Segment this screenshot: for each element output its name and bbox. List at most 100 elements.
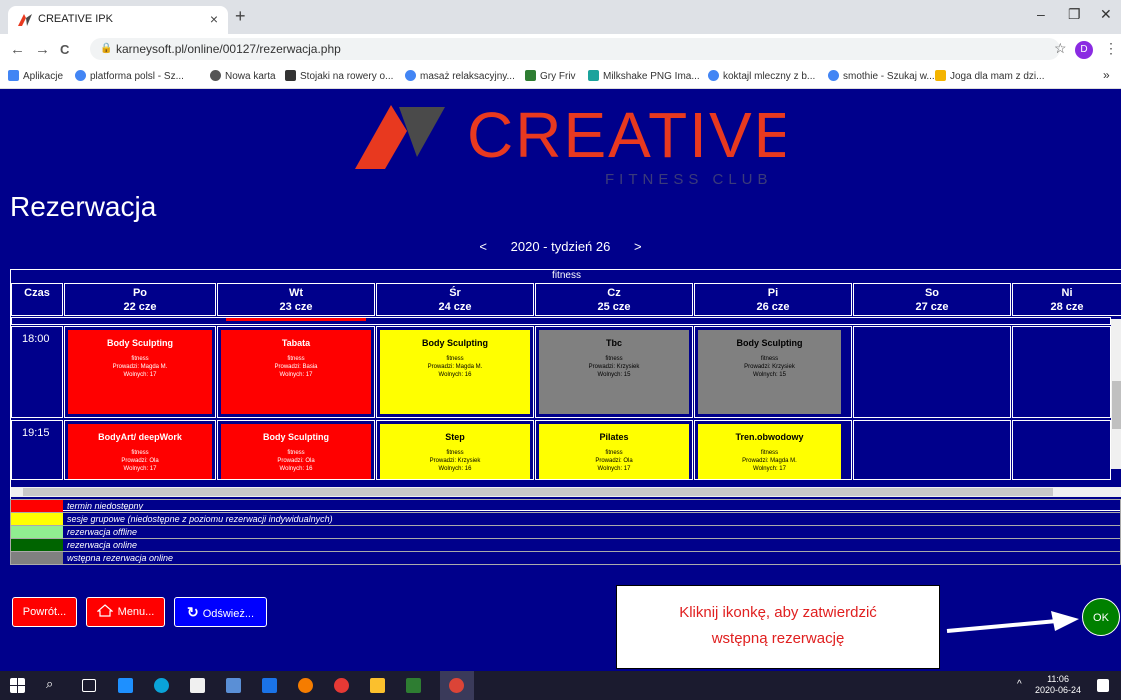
bookmark-label: Stojaki na rowery o... [300,71,394,82]
previous-row-marker [226,318,366,321]
address-bar: ← → C 🔒 karneysoft.pl/online/00127/rezer… [0,34,1121,64]
class-trainer: Prowadzi: Krzysiek [429,458,481,464]
app-icon[interactable] [334,678,349,693]
day-header: Ni 28 cze [1012,283,1121,316]
bookmark-item[interactable]: koktajl mleczny z b... [708,70,815,82]
time-column-header: Czas [11,283,63,316]
chrome-icon [449,678,464,693]
bookmark-item[interactable]: Joga dla mam z dzi... [935,70,1044,82]
bookmark-star-icon[interactable]: ☆ [1054,40,1067,57]
google-icon [708,70,719,81]
google-icon [828,70,839,81]
new-tab-button[interactable]: + [235,6,246,27]
reload-button[interactable]: C [60,42,69,57]
ok-confirm-button[interactable]: OK [1082,598,1120,636]
class-trainer: Prowadzi: Basia [274,364,318,370]
schedule-cell-empty[interactable] [853,420,1011,480]
logo-subtitle: FITNESS CLUB [605,171,773,188]
system-clock[interactable]: 11:06 2020-06-24 [1035,674,1081,696]
minimize-button[interactable]: – [1037,6,1045,22]
chrome-taskbar-item[interactable] [440,671,474,700]
bookmark-item[interactable]: Milkshake PNG Ima... [588,70,700,82]
tray-expand-icon[interactable]: ^ [1017,679,1022,690]
day-date: 26 cze [756,301,790,313]
class-block[interactable]: Tren.obwodowy fitness Prowadzi: Magda M. Wo… [698,424,841,479]
creative-favicon-icon [18,14,32,26]
bookmark-apps[interactable]: Aplikacje [8,70,63,82]
legend-swatch [11,500,63,512]
class-free-slots: Wolnych: 16 [279,466,313,472]
legend-swatch [11,539,63,551]
class-block[interactable]: BodyArt/ deepWork fitness Prowadzi: Ola Wol… [68,424,212,479]
scrollbar-thumb[interactable] [1112,381,1121,429]
legend-item: rezerwacja online [10,539,1121,552]
bookmark-item[interactable]: Stojaki na rowery o... [285,70,393,82]
class-block[interactable]: Body Sculpting fitness Prowadzi: Ola Wolnyc… [221,424,371,479]
class-name: Body Sculpting [422,338,488,348]
refresh-button[interactable]: ↻ Odśwież... [174,597,267,627]
task-view-icon[interactable] [82,679,96,692]
excel-icon[interactable] [406,678,421,693]
url-field[interactable]: 🔒 karneysoft.pl/online/00127/rezerwacja.… [90,38,1060,60]
next-week-button[interactable]: > [634,239,642,254]
prev-week-button[interactable]: < [479,239,487,254]
class-block[interactable]: Tbc fitness Prowadzi: Krzysiek Wolnych: 15 [539,330,689,414]
tab-close-icon[interactable]: × [210,11,218,27]
windows-start-icon[interactable] [10,678,25,693]
class-block[interactable]: Step fitness Prowadzi: Krzysiek Wolnych: 16 [380,424,530,479]
class-type: fitness [287,356,305,362]
schedule-cell: Pilates fitness Prowadzi: Ola Wolnych: 17 [535,420,693,480]
day-header: Po 22 cze [64,283,216,316]
bookmark-item[interactable]: Nowa karta [210,70,276,82]
firefox-icon[interactable] [298,678,313,693]
class-block[interactable]: Body Sculpting fitness Prowadzi: Krzysiek W… [698,330,841,414]
browser-menu-icon[interactable]: ⋮ [1104,40,1118,57]
class-trainer: Prowadzi: Ola [277,458,315,464]
paint-icon[interactable] [370,678,385,693]
schedule-vertical-scrollbar[interactable] [1111,319,1121,469]
class-free-slots: Wolnych: 16 [438,466,472,472]
schedule-cell-empty[interactable] [1012,326,1111,418]
store-icon[interactable] [190,678,205,693]
bookmark-label: Gry Friv [540,71,576,82]
schedule-cell-empty[interactable] [853,326,1011,418]
bookmark-item[interactable]: masaż relaksacyjny... [405,70,515,82]
maximize-button[interactable]: ❐ [1068,6,1081,23]
bing-icon [935,70,946,81]
browser-tab[interactable]: CREATIVE IPK × [8,6,228,34]
close-window-button[interactable]: ✕ [1100,6,1112,23]
profile-avatar[interactable]: D [1075,41,1093,59]
schedule-cell: Body Sculpting fitness Prowadzi: Krzysiek W… [694,326,852,418]
legend-swatch [11,552,63,564]
day-header: So 27 cze [853,283,1011,316]
schedule-horizontal-scrollbar[interactable] [11,487,1121,497]
menu-button[interactable]: Menu... [86,597,165,627]
bookmark-item[interactable]: Gry Friv [525,70,576,82]
schedule-cell-empty[interactable] [1012,420,1111,480]
class-trainer: Prowadzi: Krzysiek [744,364,795,370]
bookmarks-more-button[interactable]: » [1103,68,1110,82]
back-button[interactable]: ← [10,41,25,58]
bookmark-label: Milkshake PNG Ima... [603,71,700,82]
edge-icon[interactable] [154,678,169,693]
class-trainer: Prowadzi: Ola [595,458,633,464]
back-page-button[interactable]: Powrót... [12,597,77,627]
class-block[interactable]: Body Sculpting fitness Prowadzi: Magda M. W… [68,330,212,414]
word-icon[interactable] [226,678,241,693]
mail-icon[interactable] [118,678,133,693]
bookmark-item[interactable]: smothie - Szukaj w... [828,70,935,82]
class-name: Body Sculpting [736,338,803,348]
class-block[interactable]: Tabata fitness Prowadzi: Basia Wolnych: 17 [221,330,371,414]
class-name: Body Sculpting [263,432,329,442]
class-block[interactable]: Body Sculpting fitness Prowadzi: Magda M. W… [380,330,530,414]
search-icon[interactable]: ⌕ [46,676,61,691]
schedule-table: fitness Czas Po 22 cze Wt 23 cze Śr 24 cze … [10,269,1121,511]
folder-icon[interactable] [262,678,277,693]
notifications-icon[interactable] [1097,679,1109,692]
bookmark-item[interactable]: platforma polsl - Sz... [75,70,184,82]
forward-button[interactable]: → [35,41,50,58]
instruction-callout: Kliknij ikonkę, aby zatwierdzić wstępną r… [616,585,940,669]
scrollbar-thumb[interactable] [23,488,1053,496]
class-trainer: Prowadzi: Magda M. [742,458,797,464]
class-block[interactable]: Pilates fitness Prowadzi: Ola Wolnych: 17 [539,424,689,479]
